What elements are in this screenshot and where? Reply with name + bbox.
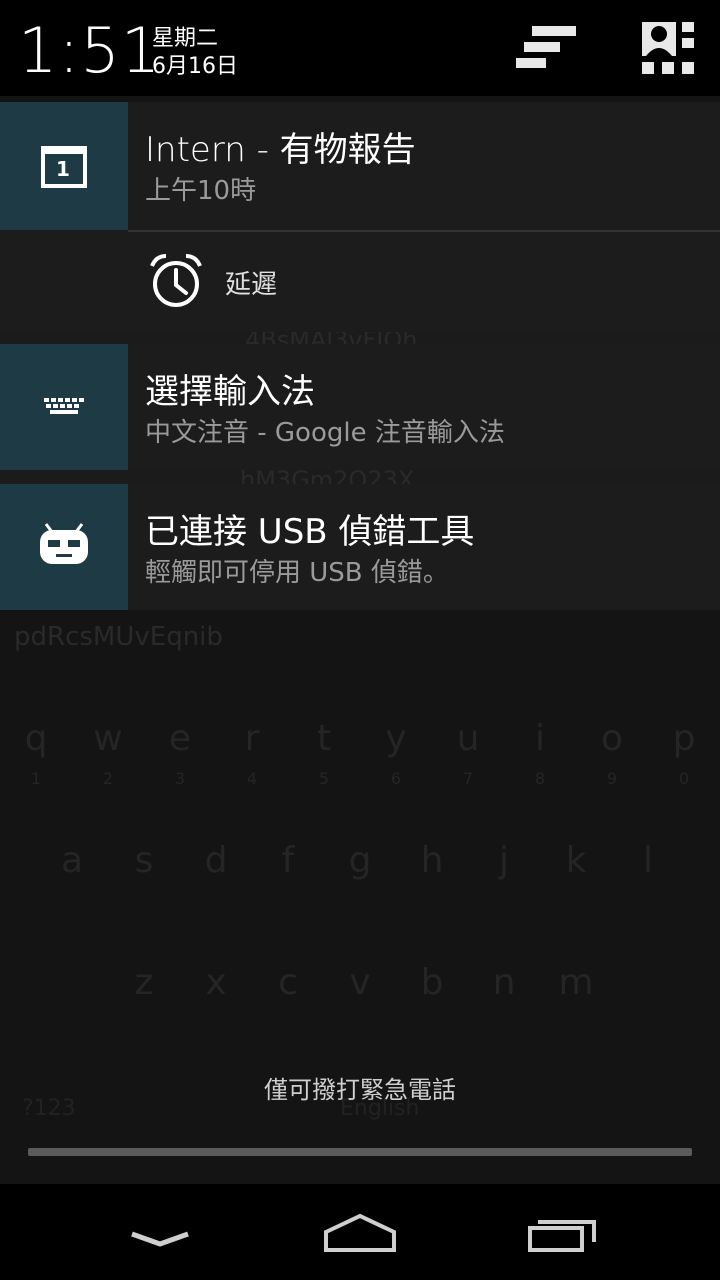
home-icon xyxy=(324,1213,396,1252)
bg-key: m xyxy=(558,962,594,1003)
notification-title: 選擇輸入法 xyxy=(145,372,315,412)
notification-app-name: Intern - xyxy=(145,130,280,170)
bg-key: h xyxy=(420,840,444,881)
bg-key: e3 xyxy=(168,718,192,788)
user-grid-icon xyxy=(642,22,694,74)
notification-event-name: 有物報告 xyxy=(279,130,416,170)
bg-key: p0 xyxy=(672,718,696,788)
bg-key: s xyxy=(134,840,154,881)
notification-subtitle: 輕觸即可停用 USB 偵錯。 xyxy=(145,558,449,588)
quick-settings-button[interactable] xyxy=(512,22,580,76)
bg-key: t5 xyxy=(316,718,332,788)
bg-key: x xyxy=(205,962,227,1003)
notification-icon-box xyxy=(0,484,128,610)
keyboard-icon xyxy=(44,398,84,414)
bg-key: z xyxy=(134,962,154,1003)
bg-key: j xyxy=(498,840,509,881)
recents-icon xyxy=(528,1220,596,1252)
shade-drag-handle[interactable] xyxy=(28,1148,692,1156)
recents-button[interactable] xyxy=(502,1202,622,1262)
bg-key: a xyxy=(60,840,84,881)
bg-key: r4 xyxy=(244,718,260,788)
snooze-action-button[interactable]: 延遲 xyxy=(128,230,720,332)
bg-input-text: pdRcsMUvEqnib xyxy=(14,622,223,652)
notification-subtitle: 上午10時 xyxy=(145,176,257,206)
notification-icon-box: 1 xyxy=(0,102,128,230)
notification-header: 1:51 星期二 6月16日 xyxy=(0,0,720,96)
bg-key: w2 xyxy=(93,718,123,788)
bg-key: k xyxy=(565,840,587,881)
bg-key: y6 xyxy=(385,718,407,788)
back-chevron-icon xyxy=(131,1231,189,1247)
notification-subtitle: 中文注音 - Google 注音輸入法 xyxy=(145,418,505,448)
emergency-calls-only-text: 僅可撥打緊急電話 xyxy=(264,1076,456,1104)
home-button[interactable] xyxy=(300,1202,420,1262)
bg-key: u7 xyxy=(456,718,480,788)
bg-key: b xyxy=(420,962,444,1003)
bg-key: g xyxy=(348,840,372,881)
bg-key: f xyxy=(281,840,295,881)
usb-debugging-notification[interactable]: 已連接 USB 偵錯工具 輕觸即可停用 USB 偵錯。 xyxy=(0,484,720,610)
bg-key: i8 xyxy=(534,718,546,788)
bg-key: d xyxy=(204,840,228,881)
calendar-notification[interactable]: 1 Intern - 有物報告 上午10時 延遲 xyxy=(0,102,720,332)
input-method-notification[interactable]: 選擇輸入法 中文注音 - Google 注音輸入法 xyxy=(0,344,720,470)
calendar-day-number: 1 xyxy=(56,157,70,181)
user-profile-button[interactable] xyxy=(640,20,698,76)
bg-key: q1 xyxy=(24,718,48,788)
bg-key-row-1: q1 w2 e3 r4 t5 y6 u7 i8 o9 p0 xyxy=(0,700,720,808)
date: 6月16日 xyxy=(152,54,238,79)
notification-icon-box xyxy=(0,344,128,470)
snooze-label: 延遲 xyxy=(225,270,278,300)
back-button[interactable] xyxy=(100,1202,220,1262)
alarm-clock-icon xyxy=(150,254,202,307)
notification-title: 已連接 USB 偵錯工具 xyxy=(145,512,475,552)
notification-title: Intern - 有物報告 xyxy=(145,122,416,171)
bg-key: n xyxy=(492,962,516,1003)
bg-key-row-3: z x c v b n m xyxy=(0,944,720,1052)
bg-key: c xyxy=(278,962,298,1003)
clock: 1:51 xyxy=(18,14,162,87)
quick-settings-icon xyxy=(516,26,576,68)
bg-key: l xyxy=(642,840,653,881)
navigation-bar xyxy=(0,1184,720,1280)
cyanogen-robot-icon xyxy=(40,523,88,564)
bg-key: v xyxy=(349,962,371,1003)
bg-key-row-2: a s d f g h j k l xyxy=(0,822,720,930)
bg-key: o9 xyxy=(600,718,624,788)
